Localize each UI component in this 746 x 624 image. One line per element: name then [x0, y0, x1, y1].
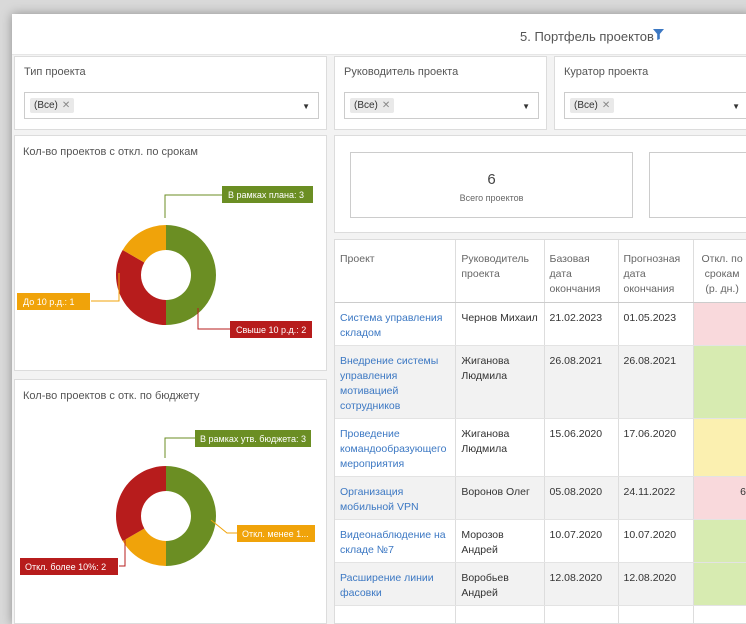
- empty-cell: [335, 606, 456, 624]
- forecast-date-cell: 24.11.2022: [618, 477, 694, 520]
- kpi-value: 6: [351, 171, 632, 188]
- project-name-link[interactable]: Система управления складом: [335, 303, 456, 346]
- column-header-manager[interactable]: Руководитель проекта: [456, 240, 544, 303]
- table-row[interactable]: Внедрение системы управления мотивацией …: [335, 346, 746, 419]
- project-manager-select[interactable]: (Все) ✕ ▼: [344, 92, 539, 119]
- dashboard-frame: 5. Портфель проектов Тип проекта (Все) ✕ …: [12, 14, 746, 624]
- forecast-date-cell: 01.05.2023: [618, 303, 694, 346]
- deviation-cell: [694, 419, 746, 477]
- slice-within-budget[interactable]: [166, 466, 216, 566]
- table-row-empty: [335, 606, 746, 624]
- empty-cell: [618, 606, 694, 624]
- column-header-project[interactable]: Проект: [335, 240, 456, 303]
- slice-on-plan[interactable]: [166, 225, 216, 325]
- kpi-label: Всего проектов: [351, 193, 632, 203]
- filter-label: Куратор проекта: [564, 66, 648, 78]
- table-row[interactable]: Система управления складом Чернов Михаил…: [335, 303, 746, 346]
- base-date-cell: 10.07.2020: [544, 520, 618, 563]
- project-type-select[interactable]: (Все) ✕ ▼: [24, 92, 319, 119]
- table-row[interactable]: Расширение линии фасовки Воробьев Андрей…: [335, 563, 746, 606]
- budget-deviation-donut: В рамках утв. бюджета: 3 Откл. менее 1..…: [15, 380, 326, 623]
- data-label-over-10: Свыше 10 р.д.: 2: [236, 325, 306, 335]
- data-label-under-10: Откл. менее 1...: [242, 529, 309, 539]
- empty-cell: [694, 606, 746, 624]
- projects-table: Проект Руководитель проекта Базовая дата…: [335, 240, 746, 624]
- filter-panel-project-manager: Руководитель проекта (Все) ✕ ▼: [334, 56, 547, 130]
- forecast-date-cell: 26.08.2021: [618, 346, 694, 419]
- filter-panel-curator: Куратор проекта (Все) ✕ ▼: [554, 56, 746, 130]
- project-name-link[interactable]: Организация мобильной VPN: [335, 477, 456, 520]
- project-manager-cell: Жиганова Людмила: [456, 419, 544, 477]
- kpi-card-total-projects: 6 Всего проектов: [350, 152, 633, 218]
- base-date-cell: 15.06.2020: [544, 419, 618, 477]
- project-manager-cell: Жиганова Людмила: [456, 346, 544, 419]
- deviation-cell: [694, 303, 746, 346]
- project-name-link[interactable]: Видеонаблюдение на складе №7: [335, 520, 456, 563]
- data-label-within-budget: В рамках утв. бюджета: 3: [200, 434, 306, 444]
- schedule-deviation-donut: В рамках плана: 3 Свыше 10 р.д.: 2 До 10…: [15, 136, 326, 370]
- tag-label: (Все): [574, 100, 598, 111]
- column-header-forecast-date[interactable]: Прогнозная дата окончания: [618, 240, 694, 303]
- data-label-over-10-budget: Откл. более 10%: 2: [25, 562, 106, 572]
- deviation-cell: [694, 520, 746, 563]
- kpi-card-secondary: [649, 152, 746, 218]
- tag-label: (Все): [34, 100, 58, 111]
- header-bar: 5. Портфель проектов: [12, 14, 746, 55]
- project-name-link[interactable]: Проведение командообразующего мероприяти…: [335, 419, 456, 477]
- project-manager-cell: Морозов Андрей: [456, 520, 544, 563]
- deviation-cell: [694, 563, 746, 606]
- table-row[interactable]: Видеонаблюдение на складе №7 Морозов Анд…: [335, 520, 746, 563]
- slice-over-10-percent[interactable]: [116, 466, 166, 541]
- schedule-deviation-chart-panel: Кол-во проектов с откл. по срокам В рамк…: [14, 135, 327, 371]
- base-date-cell: 21.02.2023: [544, 303, 618, 346]
- remove-tag-icon[interactable]: ✕: [602, 100, 610, 111]
- empty-cell: [456, 606, 544, 624]
- project-manager-cell: Чернов Михаил: [456, 303, 544, 346]
- chevron-down-icon[interactable]: ▼: [302, 102, 310, 111]
- data-label-on-plan: В рамках плана: 3: [228, 190, 304, 200]
- base-date-cell: 26.08.2021: [544, 346, 618, 419]
- table-row[interactable]: Проведение командообразующего мероприяти…: [335, 419, 746, 477]
- project-manager-cell: Воронов Олег: [456, 477, 544, 520]
- base-date-cell: 12.08.2020: [544, 563, 618, 606]
- chevron-down-icon[interactable]: ▼: [732, 102, 740, 111]
- forecast-date-cell: 17.06.2020: [618, 419, 694, 477]
- column-header-base-date[interactable]: Базовая дата окончания: [544, 240, 618, 303]
- empty-cell: [544, 606, 618, 624]
- filter-icon[interactable]: [653, 29, 664, 40]
- deviation-cell: [694, 346, 746, 419]
- selected-tag: (Все) ✕: [570, 98, 614, 113]
- filter-panel-project-type: Тип проекта (Все) ✕ ▼: [14, 56, 327, 130]
- table-row[interactable]: Организация мобильной VPN Воронов Олег 0…: [335, 477, 746, 520]
- chevron-down-icon[interactable]: ▼: [522, 102, 530, 111]
- forecast-date-cell: 12.08.2020: [618, 563, 694, 606]
- selected-tag: (Все) ✕: [350, 98, 394, 113]
- column-header-deviation[interactable]: Откл. по срокам (р. дн.): [694, 240, 746, 303]
- project-manager-cell: Воробьев Андрей: [456, 563, 544, 606]
- forecast-date-cell: 10.07.2020: [618, 520, 694, 563]
- remove-tag-icon[interactable]: ✕: [382, 100, 390, 111]
- selected-tag: (Все) ✕: [30, 98, 74, 113]
- data-label-up-to-10: До 10 р.д.: 1: [23, 297, 74, 307]
- tag-label: (Все): [354, 100, 378, 111]
- slice-over-10-days[interactable]: [116, 250, 166, 325]
- deviation-cell: 6: [694, 477, 746, 520]
- project-name-link[interactable]: Внедрение системы управления мотивацией …: [335, 346, 456, 419]
- curator-select[interactable]: (Все) ✕ ▼: [564, 92, 746, 119]
- filter-label: Тип проекта: [24, 66, 86, 78]
- budget-deviation-chart-panel: Кол-во проектов с отк. по бюджету В рамк…: [14, 379, 327, 624]
- kpi-panel: 6 Всего проектов: [334, 135, 746, 233]
- page-title: 5. Портфель проектов: [520, 29, 654, 44]
- projects-table-panel: Проект Руководитель проекта Базовая дата…: [334, 239, 746, 624]
- remove-tag-icon[interactable]: ✕: [62, 100, 70, 111]
- base-date-cell: 05.08.2020: [544, 477, 618, 520]
- filter-label: Руководитель проекта: [344, 66, 458, 78]
- table-header-row: Проект Руководитель проекта Базовая дата…: [335, 240, 746, 303]
- project-name-link[interactable]: Расширение линии фасовки: [335, 563, 456, 606]
